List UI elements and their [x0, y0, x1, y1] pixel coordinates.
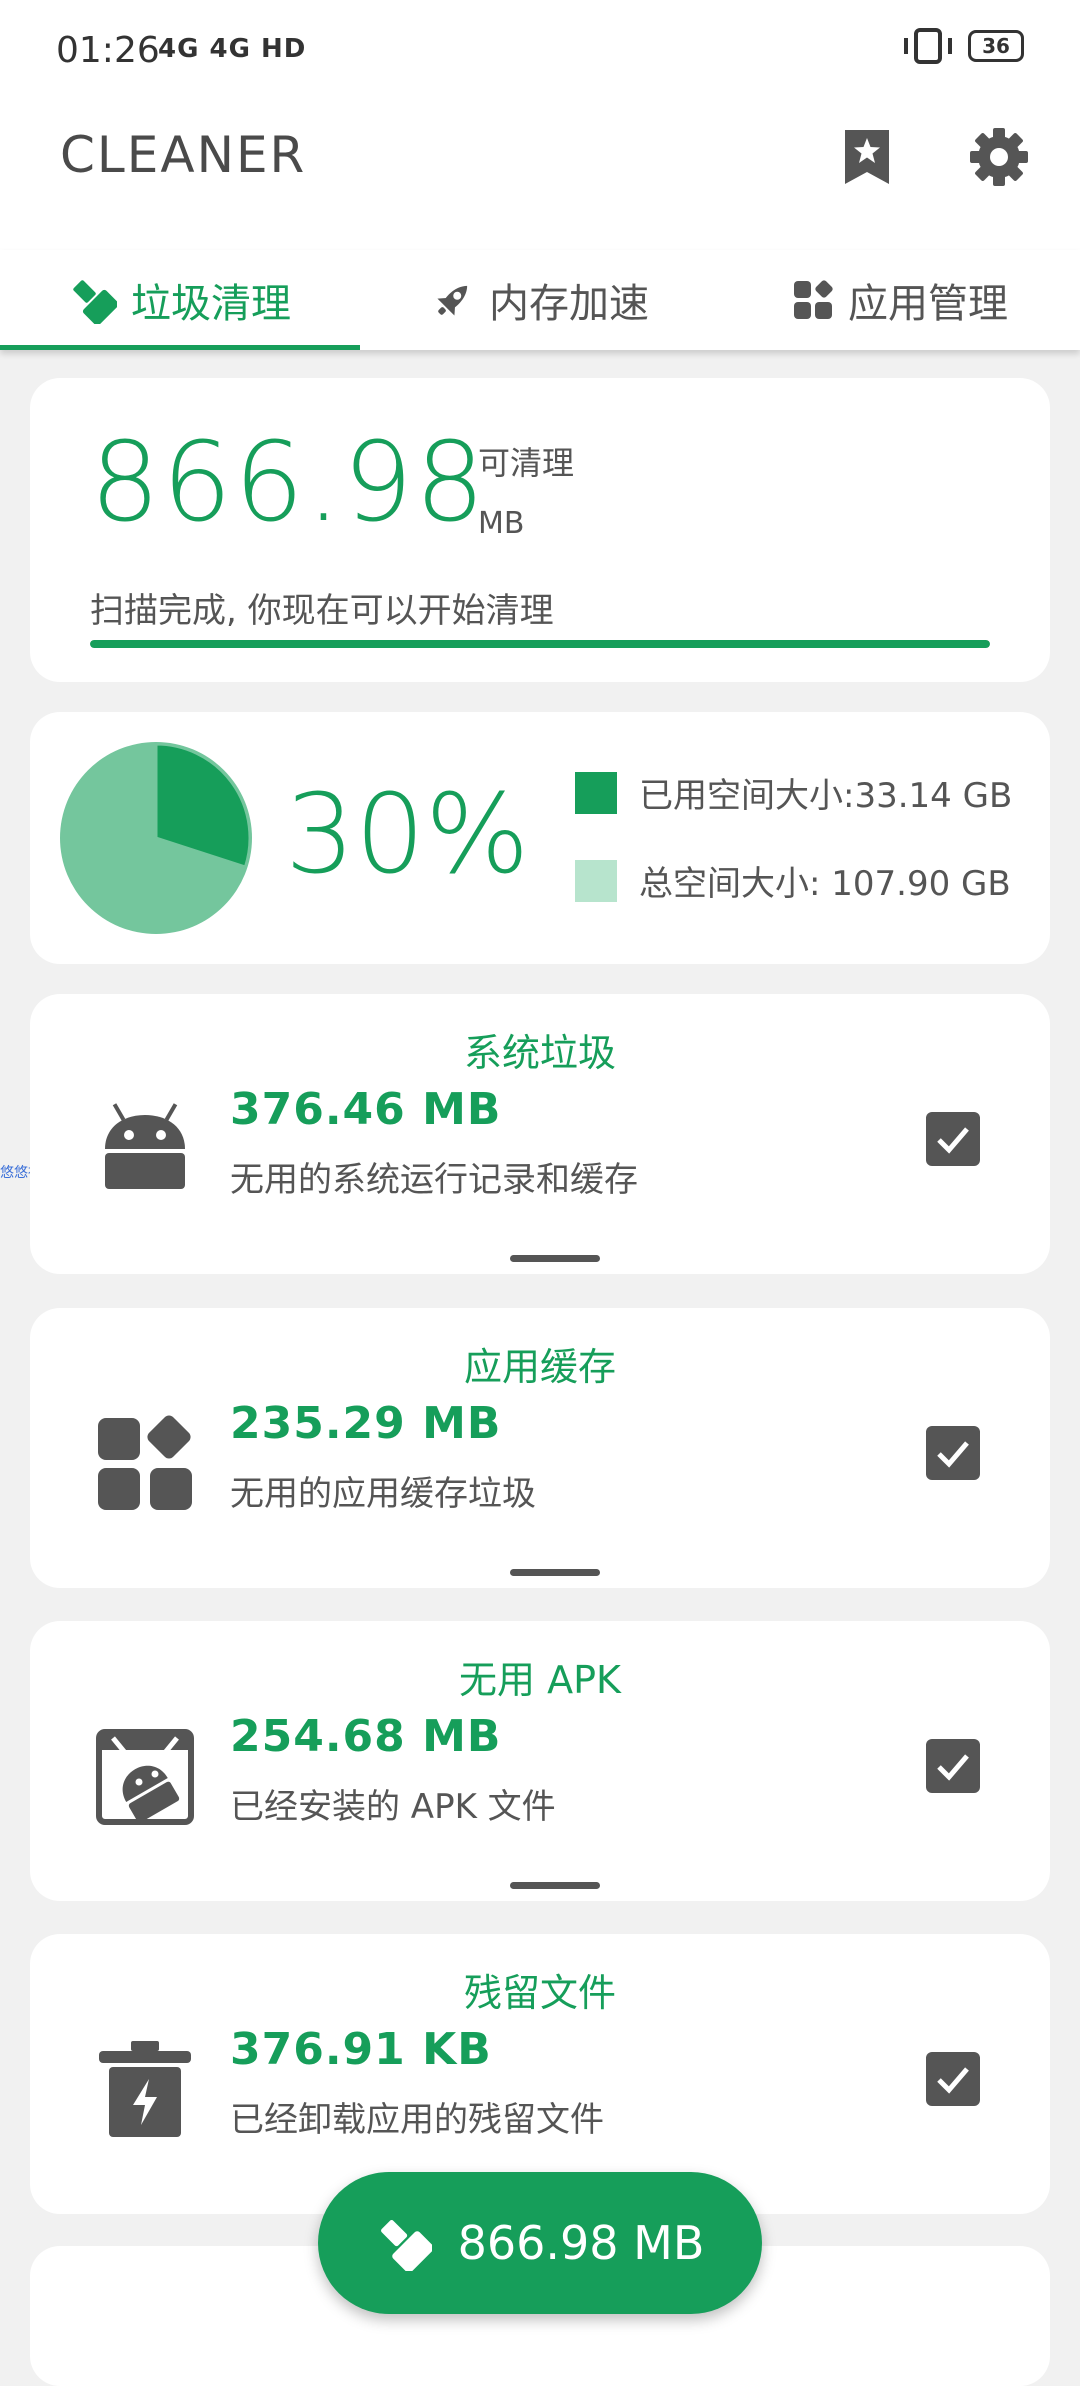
summary-card: 866.98 可清理 MB 扫描完成, 你现在可以开始清理 — [30, 378, 1050, 682]
tab-memory-boost[interactable]: 内存加速 — [360, 250, 720, 350]
broom-icon — [380, 2220, 432, 2271]
total-space-label: 总空间大小: 107.90 GB — [639, 864, 1011, 904]
tab-app-manager[interactable]: 应用管理 — [720, 250, 1080, 350]
cleanable-label: 可清理 — [478, 444, 575, 482]
category-size: 254.68 MB — [230, 1711, 502, 1762]
app-bar: CLEANER — [0, 100, 1080, 250]
category-size: 376.46 MB — [230, 1084, 502, 1135]
android-icon — [90, 1094, 200, 1204]
category-description: 无用的应用缓存垃圾 — [230, 1474, 536, 1514]
check-icon — [937, 2067, 969, 2094]
category-description: 无用的系统运行记录和缓存 — [230, 1160, 638, 1200]
category-size: 235.29 MB — [230, 1398, 502, 1449]
category-checkbox[interactable] — [926, 1739, 980, 1793]
broom-icon — [73, 280, 117, 324]
check-icon — [937, 1441, 969, 1468]
legend-total: 总空间大小: 107.90 GB — [575, 856, 1011, 905]
cleanable-amount: 866.98 — [90, 418, 487, 546]
bookmark-star-icon — [845, 130, 889, 184]
tab-label: 垃圾清理 — [131, 281, 291, 327]
app-title: CLEANER — [60, 126, 307, 184]
apk-icon — [90, 1721, 200, 1831]
category-title: 无用 APK — [459, 1658, 621, 1702]
category-checkbox[interactable] — [926, 1112, 980, 1166]
trash-bolt-icon — [90, 2034, 200, 2144]
category-title: 应用缓存 — [463, 1345, 616, 1389]
category-description: 已经安装的 APK 文件 — [230, 1787, 556, 1827]
category-card-useless-apk[interactable]: 无用 APK 254.68 MB 已经安装的 APK 文件 — [30, 1621, 1050, 1901]
status-signal: 4G 4G HD — [158, 34, 307, 64]
check-icon — [937, 1754, 969, 1781]
storage-card: 30% 已用空间大小:33.14 GB 总空间大小: 107.90 GB — [30, 712, 1050, 964]
gear-icon — [970, 128, 1028, 186]
tab-label: 内存加速 — [489, 281, 649, 327]
expand-handle[interactable] — [510, 1569, 600, 1576]
category-checkbox[interactable] — [926, 2052, 980, 2106]
category-card-app-cache[interactable]: 应用缓存 235.29 MB 无用的应用缓存垃圾 — [30, 1308, 1050, 1588]
expand-handle[interactable] — [510, 1882, 600, 1889]
storage-pie-chart — [60, 742, 252, 934]
tab-junk-clean[interactable]: 垃圾清理 — [0, 250, 360, 350]
category-size: 376.91 KB — [230, 2024, 492, 2075]
legend-total-swatch — [575, 859, 617, 902]
battery-level: 36 — [982, 34, 1010, 58]
category-checkbox[interactable] — [926, 1426, 980, 1480]
tab-bar: 垃圾清理 内存加速 应用管理 — [0, 250, 1080, 350]
used-space-label: 已用空间大小:33.14 GB — [639, 776, 1013, 816]
scan-progress-fill — [90, 640, 990, 648]
storage-percent: 30% — [285, 770, 530, 898]
category-title: 系统垃圾 — [463, 1031, 616, 1075]
cleanable-unit: MB — [478, 506, 525, 541]
scan-progress-bar — [90, 640, 990, 648]
expand-handle[interactable] — [510, 1255, 600, 1262]
battery-icon: 36 — [968, 30, 1024, 62]
bookmark-button[interactable] — [832, 122, 902, 192]
vibrate-icon — [904, 28, 952, 64]
apps-icon — [794, 280, 833, 319]
rocket-icon — [437, 285, 468, 316]
category-description: 已经卸载应用的残留文件 — [230, 2100, 604, 2140]
category-title: 残留文件 — [463, 1971, 616, 2015]
status-time: 01:26 — [56, 30, 160, 71]
status-right-icons: 36 — [904, 28, 1024, 64]
app-grid-icon — [90, 1408, 200, 1518]
check-icon — [937, 1127, 969, 1154]
settings-button[interactable] — [964, 122, 1034, 192]
category-card-system-junk[interactable]: 系统垃圾 376.46 MB 无用的系统运行记录和缓存 — [30, 994, 1050, 1274]
status-bar: 01:26 4G 4G HD 36 — [0, 0, 1080, 100]
fab-label: 866.98 MB — [457, 2216, 705, 2270]
clean-fab-button[interactable]: 866.98 MB — [318, 2172, 762, 2314]
legend-used-swatch — [575, 771, 617, 814]
scan-status: 扫描完成, 你现在可以开始清理 — [90, 591, 554, 631]
legend-used: 已用空间大小:33.14 GB — [575, 768, 1012, 817]
tab-label: 应用管理 — [848, 281, 1008, 327]
tab-indicator — [0, 345, 360, 350]
